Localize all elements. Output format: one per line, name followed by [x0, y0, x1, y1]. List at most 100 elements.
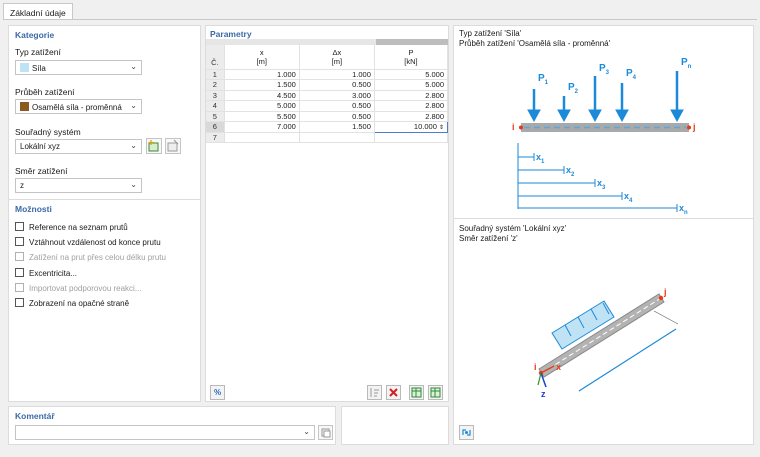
node-i-dot	[519, 125, 523, 130]
checkbox	[15, 252, 24, 261]
import-table-button[interactable]	[409, 385, 424, 400]
label-p4: P4	[626, 68, 637, 81]
empty-panel	[341, 406, 449, 445]
node-j-dot	[687, 125, 691, 130]
coord-diagram-svg	[537, 293, 679, 392]
edit-coord-icon	[167, 139, 179, 152]
row-number: 4	[206, 100, 225, 112]
coord-node-i-label: i	[534, 362, 537, 372]
chevron-down-icon: ⌄	[130, 180, 137, 189]
smer-zatizeni-value: z	[20, 181, 24, 190]
coord-diagram-panel: Souřadný systém 'Lokální xyz' Směr zatíž…	[453, 218, 754, 445]
cell-p-editing[interactable]: 10.000 ⇕	[373, 121, 449, 133]
chk-reference-seznam-prutu[interactable]: Reference na seznam prutů	[15, 222, 128, 232]
parametry-panel: Parametry Č. x [m] Δx [m] P [kN] 1 1.000 1.00…	[205, 25, 449, 402]
cell-x[interactable]: 1.500	[224, 79, 300, 91]
checkbox[interactable]	[15, 268, 24, 277]
new-coord-icon	[148, 140, 159, 152]
label-xn: xn	[679, 203, 688, 216]
checkbox	[15, 283, 24, 292]
table-row[interactable]: 5 5.500 0.500 2.800	[206, 111, 449, 122]
new-coord-system-button[interactable]	[146, 138, 162, 154]
chk-importovat-reakci: Importovat podporovou reakci...	[15, 283, 142, 293]
cell-p[interactable]: 2.800	[374, 90, 449, 101]
table-row[interactable]: 2 1.500 0.500 5.000	[206, 79, 449, 91]
cell-dx[interactable]: 0.500	[299, 79, 375, 91]
load-diagram-svg	[517, 71, 691, 212]
cell-p[interactable]: 2.800	[374, 100, 449, 112]
chevron-down-icon: ⌄	[303, 427, 310, 436]
table-row[interactable]: 7	[206, 132, 449, 143]
node-j-label: j	[693, 122, 696, 132]
row-number: 6	[206, 121, 225, 133]
cell-x[interactable]: 4.500	[224, 90, 300, 101]
table-row[interactable]: 3 4.500 3.000 2.800	[206, 90, 449, 101]
chk-excentricita[interactable]: Excentricita...	[15, 268, 77, 278]
chk-vztahnout-vzdalenost[interactable]: Vztáhnout vzdálenost od konce prutu	[15, 237, 161, 247]
label-pn: Pn	[681, 57, 692, 70]
cell-p[interactable]	[374, 132, 449, 143]
souradny-system-select[interactable]: Lokální xyz ⌄	[15, 139, 142, 154]
cell-p[interactable]: 2.800	[374, 111, 449, 122]
spinner-icon[interactable]: ⇕	[439, 125, 444, 131]
komentar-input[interactable]: ⌄	[15, 425, 315, 440]
checkbox[interactable]	[15, 222, 24, 231]
table-row[interactable]: 4 5.000 0.500 2.800	[206, 100, 449, 112]
cell-dx[interactable]: 0.500	[299, 100, 375, 112]
smer-zatizeni-select[interactable]: z ⌄	[15, 178, 142, 193]
typ-zatizeni-select[interactable]: Síla ⌄	[15, 60, 142, 75]
col-unit: [m]	[331, 56, 343, 66]
cell-x[interactable]: 1.000	[224, 69, 300, 80]
cell-x[interactable]: 5.500	[224, 111, 300, 122]
table-row-selected[interactable]: 6 7.000 1.500 10.000 ⇕	[206, 121, 449, 133]
export-table-button[interactable]	[428, 385, 443, 400]
cell-p[interactable]: 5.000	[374, 79, 449, 91]
parametry-table[interactable]: Č. x [m] Δx [m] P [kN] 1 1.000 1.000 5.000 2 1.…	[206, 45, 449, 143]
prubeh-zatizeni-label: Průběh zatížení	[15, 87, 75, 97]
cell-dx[interactable]: 1.500	[299, 121, 375, 133]
checkbox[interactable]	[15, 298, 24, 307]
cell-p[interactable]: 5.000	[374, 69, 449, 80]
cell-dx[interactable]: 3.000	[299, 90, 375, 101]
kategorie-title: Kategorie	[15, 30, 55, 40]
table-row[interactable]: 1 1.000 1.000 5.000	[206, 69, 449, 80]
label-x3: x3	[597, 178, 606, 191]
komentar-title: Komentář	[15, 411, 55, 421]
cell-x[interactable]: 5.000	[224, 100, 300, 112]
chk-zobrazeni-opacne[interactable]: Zobrazení na opačné straně	[15, 298, 129, 308]
col-name: x	[259, 47, 264, 57]
souradny-system-value: Lokální xyz	[20, 142, 61, 151]
option-label: Zatížení na prut přes celou délku prutu	[29, 253, 166, 262]
prubeh-zatizeni-select[interactable]: Osamělá síla - proměnná ⌄	[15, 99, 142, 114]
option-label: Excentricita...	[29, 269, 78, 278]
edit-coord-system-button[interactable]	[165, 138, 181, 154]
label-p1: P1	[538, 73, 549, 86]
copy-icon	[321, 428, 331, 438]
cell-p-value: 10.000	[413, 122, 437, 132]
typ-zatizeni-value: Síla	[32, 64, 46, 73]
row-number: 5	[206, 111, 225, 122]
percent-button[interactable]: %	[210, 385, 225, 400]
komentar-panel: Komentář ⌄	[8, 406, 336, 445]
cell-dx[interactable]: 1.000	[299, 69, 375, 80]
coord-view-button[interactable]	[459, 425, 474, 440]
row-number: 7	[206, 132, 225, 143]
cell-x[interactable]	[224, 132, 300, 143]
tab-zakladni-udaje[interactable]: Základní údaje	[3, 3, 73, 20]
option-label: Zobrazení na opačné straně	[29, 299, 130, 308]
coord-node-j-dot	[658, 295, 664, 301]
komentar-copy-button[interactable]	[318, 425, 333, 440]
table-import-icon	[411, 387, 422, 398]
parametry-title: Parametry	[210, 29, 252, 39]
table-header-row: Č. x [m] Δx [m] P [kN]	[206, 45, 449, 70]
cell-dx[interactable]	[299, 132, 375, 143]
sort-button[interactable]	[367, 385, 382, 400]
checkbox[interactable]	[15, 237, 24, 246]
moznosti-title: Možnosti	[15, 204, 52, 214]
row-number: 3	[206, 90, 225, 101]
label-p2: P2	[568, 82, 579, 95]
delete-button[interactable]	[386, 385, 401, 400]
cell-x[interactable]: 7.000	[224, 121, 300, 133]
cell-dx[interactable]: 0.500	[299, 111, 375, 122]
col-header-dx: Δx [m]	[299, 45, 375, 70]
